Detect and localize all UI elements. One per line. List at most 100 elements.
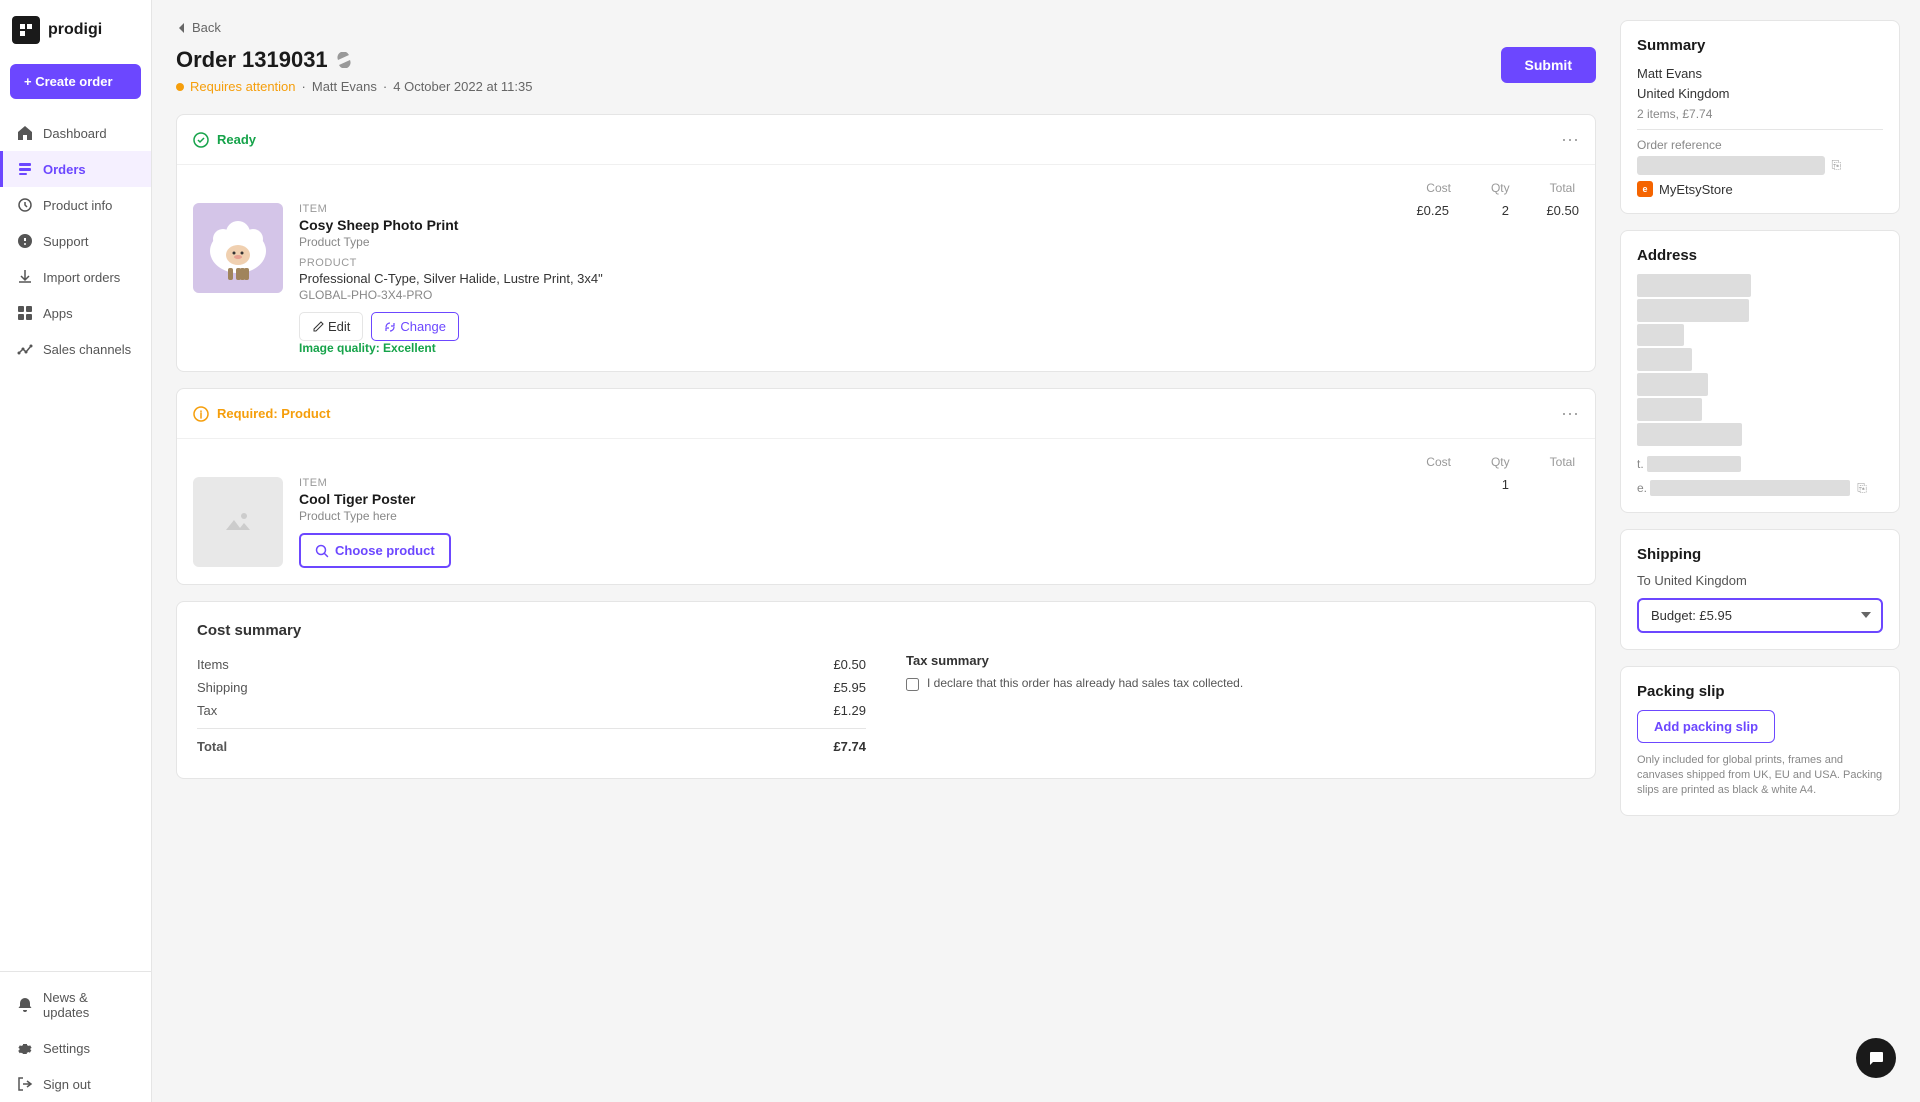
refresh-icon[interactable] [336,52,352,68]
shipping-select[interactable]: Budget: £5.95 Standard: £6.95 Express: £… [1637,598,1883,633]
sidebar-item-settings[interactable]: Settings [0,1030,151,1066]
sidebar-item-support[interactable]: Support [0,223,151,259]
email-copy-icon[interactable]: ⎘ [1857,481,1867,495]
sidebar-item-orders[interactable]: Orders [0,151,151,187]
sidebar-item-product-info[interactable]: Product info [0,187,151,223]
sidebar-item-label: Sales channels [43,342,131,357]
ready-label: Ready [217,132,256,147]
req-item-name: Cool Tiger Poster [299,491,1373,507]
sidebar-item-import-orders[interactable]: Import orders [0,259,151,295]
ready-item-details: ITEM Cosy Sheep Photo Print Product Type… [299,203,1373,355]
req-item-actions: Choose product [299,533,1373,568]
tax-checkbox-label[interactable]: I declare that this order has already ha… [927,676,1243,690]
item-image-sheep [193,203,283,293]
sheep-image [193,203,283,293]
summary-items-total: 2 items, £7.74 [1637,107,1883,121]
item-label: ITEM [299,203,1373,215]
sidebar-item-label: News & updates [43,990,137,1020]
etsy-icon: e [1637,181,1653,197]
tax-checkbox[interactable] [906,678,919,691]
ready-card-menu[interactable]: ··· [1561,129,1579,150]
channels-icon [17,341,33,357]
ref-row: Complete Creation Test Order ⎘ [1637,156,1883,175]
cost-line-total: Total £7.74 [197,728,866,758]
copy-icon[interactable]: ⎘ [1831,158,1841,173]
meta-separator2: · [383,79,387,94]
sidebar-item-apps[interactable]: Apps [0,295,151,331]
sidebar-item-sign-out[interactable]: Sign out [0,1066,151,1102]
summary-customer-country: United Kingdom [1637,84,1883,104]
back-arrow-icon [176,22,188,34]
required-card-body: Cost Qty Total ITEM Cool Tiger Poster Pr… [177,439,1595,584]
settings-icon [17,1040,33,1056]
item-actions: Edit Change [299,312,1373,341]
item-type: Product Type [299,235,1373,249]
sidebar-item-dashboard[interactable]: Dashboard [0,115,151,151]
qty-val: 2 [1479,203,1509,218]
req-cost-header: Cost [1426,455,1451,469]
contact-phone-row: t. 0211 2018 0000 [1637,456,1883,472]
chat-bubble[interactable] [1856,1038,1896,1078]
image-quality: Image quality: Excellent [299,341,1373,355]
shipping-panel-title: Shipping [1637,546,1883,563]
sidebar-bottom: News & updates Settings Sign out [0,971,151,1102]
cost-summary-title: Cost summary [197,622,1575,639]
cost-header-total: Total [1550,181,1575,195]
product-icon [17,197,33,213]
order-title: Order 1319031 [176,47,328,73]
support-icon [17,233,33,249]
page-title: Order 1319031 [176,47,532,73]
info-circle-icon [193,406,209,422]
sidebar: prodigi + Create order Dashboard Orders … [0,0,152,1102]
summary-panel-title: Summary [1637,37,1883,54]
address-block: Mr Postman John 15 Testerton Way Ffiling… [1637,274,1883,448]
tax-checkbox-row: I declare that this order has already ha… [906,676,1575,691]
email-label: e. [1637,481,1650,495]
summary-customer-name: Matt Evans [1637,64,1883,84]
meta-separator: · [302,79,306,94]
add-packing-slip-button[interactable]: Add packing slip [1637,710,1775,743]
cost-line-items: Items £0.50 [197,653,866,676]
req-qty-header: Qty [1491,455,1510,469]
submit-button[interactable]: Submit [1501,47,1596,83]
create-order-button[interactable]: + Create order [10,64,141,99]
required-card-header: Required: Product ··· [177,389,1595,439]
cost-line-shipping: Shipping £5.95 [197,676,866,699]
required-item-details: ITEM Cool Tiger Poster Product Type here… [299,477,1373,568]
signout-icon [17,1076,33,1092]
required-costs: 1 [1389,477,1579,492]
sidebar-item-label: Orders [43,162,86,177]
check-circle-icon [193,132,209,148]
req-total-header: Total [1550,455,1575,469]
address-panel-card: Address Mr Postman John 15 Testerton Way… [1620,230,1900,513]
item-image-tiger [193,477,283,567]
logo-text: prodigi [48,21,102,39]
change-button[interactable]: Change [371,312,459,341]
required-card-menu[interactable]: ··· [1561,403,1579,424]
cost-summary-content: Items £0.50 Shipping £5.95 Tax £1.29 Tot… [197,653,1575,758]
order-reference-label: Order reference [1637,138,1883,152]
shipping-to: To United Kingdom [1637,573,1883,588]
edit-button[interactable]: Edit [299,312,363,341]
cost-lines: Items £0.50 Shipping £5.95 Tax £1.29 Tot… [197,653,866,758]
sidebar-item-label: Import orders [43,270,120,285]
required-status: Required: Product [193,406,330,422]
req-item-type: Product Type here [299,509,1373,523]
choose-product-button[interactable]: Choose product [299,533,451,568]
image-placeholder-icon [222,506,254,538]
packing-info: Only included for global prints, frames … [1637,753,1883,799]
sidebar-item-news-updates[interactable]: News & updates [0,980,151,1030]
back-link[interactable]: Back [176,20,1596,35]
sidebar-item-sales-channels[interactable]: Sales channels [0,331,151,367]
order-reference-value: Complete Creation Test Order [1637,156,1825,175]
tax-summary: Tax summary I declare that this order ha… [906,653,1575,758]
product-sku: GLOBAL-PHO-3X4-PRO [299,288,1373,302]
product-label: PRODUCT [299,257,1373,269]
page-header: Order 1319031 Requires attention · Matt … [176,47,1596,94]
logo: prodigi [0,0,151,64]
store-name: MyEtsyStore [1659,182,1733,197]
home-icon [17,125,33,141]
shipping-panel-card: Shipping To United Kingdom Budget: £5.95… [1620,529,1900,650]
product-name: Professional C-Type, Silver Halide, Lust… [299,271,1373,286]
sidebar-item-label: Support [43,234,89,249]
